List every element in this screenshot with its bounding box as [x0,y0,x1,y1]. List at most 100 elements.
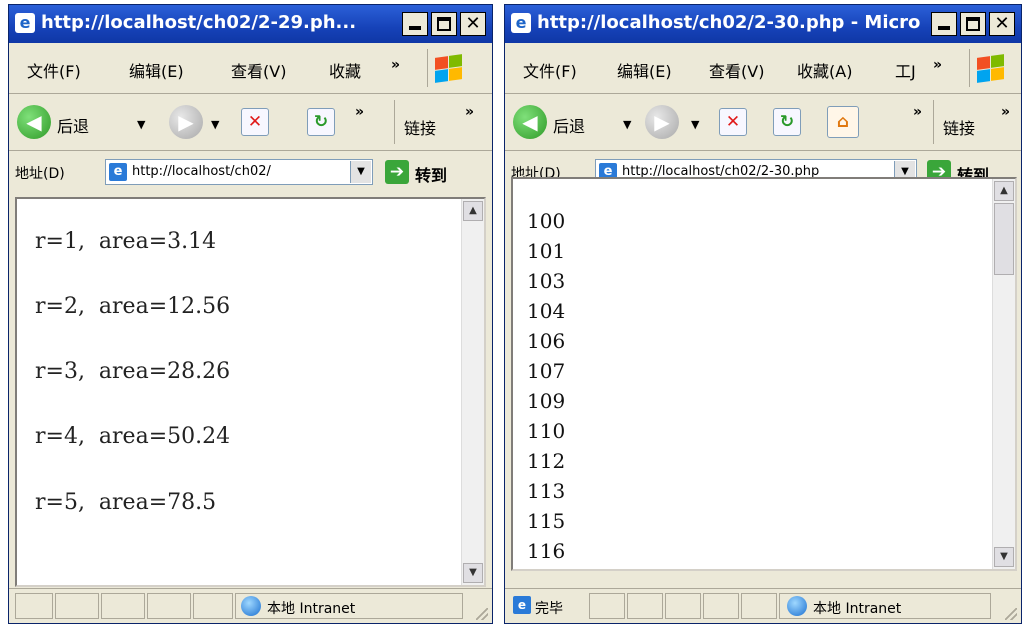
minimize-button[interactable] [402,12,428,36]
back-arrow-icon[interactable]: ◀ [513,105,547,139]
scroll-up-arrow-icon[interactable]: ▲ [994,181,1014,201]
output-line: r=4, area=50.24 [35,424,231,449]
number-line: 115 [527,509,566,533]
links-overflow-chevron[interactable]: » [1001,104,1010,120]
scroll-down-arrow-icon[interactable]: ▼ [994,547,1014,567]
close-button[interactable]: ✕ [989,12,1015,36]
toolbar: ◀ 后退 ▼ ▶ ▼ ✕ ↻ ⌂ » 链接 » [505,94,1021,151]
ie-icon: e [511,13,531,33]
windows-logo-icon [427,49,468,87]
menu-favorites[interactable]: 收藏(A) [797,58,852,82]
forward-dropdown-icon[interactable]: ▼ [211,118,219,131]
zone-label: 本地 Intranet [267,601,356,617]
window-title: http://localhost/ch02/2-29.ph... [41,12,357,33]
zone-label: 本地 Intranet [813,601,902,617]
toolbar-overflow-chevron[interactable]: » [913,104,922,120]
links-label[interactable]: 链接 [943,115,975,139]
back-dropdown-icon[interactable]: ▼ [623,118,631,131]
forward-arrow-icon[interactable]: ▶ [645,105,679,139]
number-line: 109 [527,389,566,413]
number-line: 116 [527,539,566,563]
number-line: 104 [527,299,566,323]
menu-file[interactable]: 文件(F) [27,58,81,82]
status-panel [15,593,53,619]
menu-bar: 文件(F) 编辑(E) 查看(V) 收藏 » [9,43,492,94]
window-title: http://localhost/ch02/2-30.php - Micro..… [537,12,921,33]
number-line: 106 [527,329,566,353]
minimize-button[interactable] [931,12,957,36]
page-content: r=1, area=3.14 r=2, area=12.56 r=3, area… [15,197,486,587]
menu-bar: 文件(F) 编辑(E) 查看(V) 收藏(A) 工J » [505,43,1021,94]
scroll-thumb[interactable] [994,203,1014,275]
page-icon: e [109,163,127,181]
menu-tools[interactable]: 工J [895,58,916,82]
scroll-down-arrow-icon[interactable]: ▼ [463,563,483,583]
forward-arrow-icon[interactable]: ▶ [169,105,203,139]
home-icon[interactable]: ⌂ [827,106,859,138]
links-label[interactable]: 链接 [404,115,436,139]
intranet-globe-icon [787,596,807,616]
menu-view[interactable]: 查看(V) [231,58,286,82]
forward-dropdown-icon[interactable]: ▼ [691,118,699,131]
refresh-icon[interactable]: ↻ [773,108,801,136]
number-line: 112 [527,449,566,473]
resize-grip-icon[interactable] [476,608,488,620]
status-panel [147,593,191,619]
address-dropdown-icon[interactable]: ▼ [350,161,371,183]
title-bar[interactable]: e http://localhost/ch02/2-30.php - Micro… [505,5,1021,43]
status-panel [101,593,145,619]
maximize-button[interactable] [960,12,986,36]
vertical-scrollbar[interactable]: ▲ ▼ [992,179,1015,569]
back-button-label[interactable]: 后退 [553,113,585,137]
address-label: 地址(D) [15,166,65,182]
number-line: 103 [527,269,566,293]
menu-edit[interactable]: 编辑(E) [129,58,184,82]
browser-window-2-30: e http://localhost/ch02/2-30.php - Micro… [504,4,1022,624]
output-line: r=1, area=3.14 [35,229,217,254]
toolbar-divider [394,100,395,144]
status-panel [193,593,233,619]
number-line: 110 [527,419,566,443]
intranet-globe-icon [241,596,261,616]
back-dropdown-icon[interactable]: ▼ [137,118,145,131]
stop-icon[interactable]: ✕ [719,108,747,136]
number-line: 101 [527,239,566,263]
stop-icon[interactable]: ✕ [241,108,269,136]
ie-icon: e [15,13,35,33]
scroll-up-arrow-icon[interactable]: ▲ [463,201,483,221]
go-button[interactable]: 转到 [415,162,447,186]
menu-favorites[interactable]: 收藏 [329,58,361,82]
status-panel [665,593,701,619]
output-line: r=3, area=28.26 [35,359,231,384]
links-overflow-chevron[interactable]: » [465,104,474,120]
go-arrow-icon[interactable]: ➔ [385,160,409,184]
toolbar: ◀ 后退 ▼ ▶ ▼ ✕ ↻ » 链接 » [9,94,492,151]
maximize-button[interactable] [431,12,457,36]
status-panel [55,593,99,619]
menu-overflow-chevron[interactable]: » [391,57,400,73]
status-bar: 本地 Intranet [9,588,492,623]
back-button-label[interactable]: 后退 [57,113,89,137]
page-content: 100 101 103 104 106 107 109 110 112 113 … [511,177,1017,571]
status-panel [627,593,663,619]
status-panel [703,593,739,619]
menu-overflow-chevron[interactable]: » [933,57,942,73]
title-bar[interactable]: e http://localhost/ch02/2-29.ph... ✕ [9,5,492,43]
resize-grip-icon[interactable] [1005,608,1017,620]
menu-edit[interactable]: 编辑(E) [617,58,672,82]
page-done-icon: e [513,596,531,614]
browser-window-2-29: e http://localhost/ch02/2-29.ph... ✕ 文件(… [8,4,493,624]
toolbar-overflow-chevron[interactable]: » [355,104,364,120]
menu-file[interactable]: 文件(F) [523,58,577,82]
address-input[interactable]: e http://localhost/ch02/ ▼ [105,159,373,185]
toolbar-divider [933,100,934,144]
close-button[interactable]: ✕ [460,12,486,36]
menu-view[interactable]: 查看(V) [709,58,764,82]
refresh-icon[interactable]: ↻ [307,108,335,136]
address-url: http://localhost/ch02/ [132,164,271,179]
back-arrow-icon[interactable]: ◀ [17,105,51,139]
vertical-scrollbar[interactable]: ▲ ▼ [461,199,484,585]
number-line: 113 [527,479,566,503]
number-line: 118 [527,569,565,571]
status-bar: e 完毕 本地 Intranet [505,588,1021,623]
